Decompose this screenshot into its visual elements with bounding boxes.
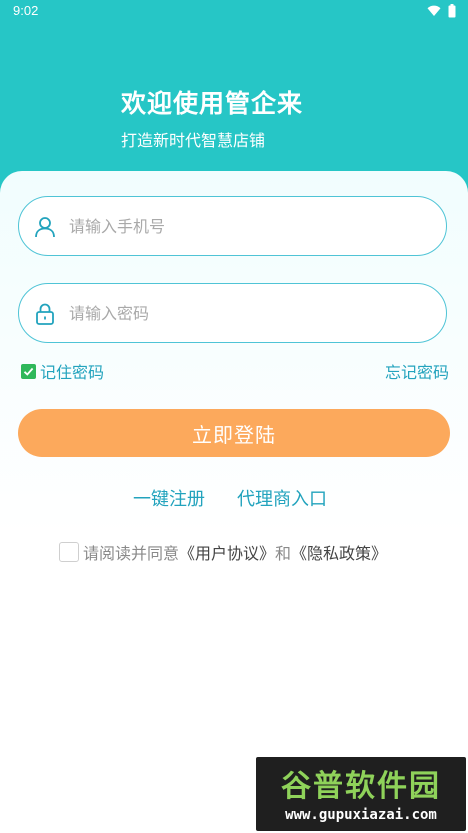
- lock-icon: [33, 302, 57, 326]
- remember-label: 记住密码: [40, 363, 105, 382]
- forgot-password-link[interactable]: 忘记密码: [385, 359, 449, 383]
- agreement-and: 和: [275, 544, 292, 563]
- phone-field[interactable]: [18, 196, 447, 256]
- watermark-url: www.gupuxiazai.com: [285, 807, 437, 823]
- agreement-checkbox[interactable]: [59, 542, 79, 562]
- welcome-title: 欢迎使用管企来: [121, 89, 304, 118]
- status-time: 9:02: [13, 3, 39, 18]
- watermark: 谷普软件园 www.gupuxiazai.com: [256, 757, 466, 831]
- status-bar: 9:02: [0, 0, 468, 24]
- phone-input[interactable]: [69, 213, 429, 239]
- privacy-policy-link[interactable]: 《隐私政策》: [291, 540, 387, 564]
- remember-checkbox[interactable]: [21, 363, 36, 379]
- agreement-prefix: 请阅读并同意: [83, 544, 180, 563]
- password-input[interactable]: [69, 300, 429, 326]
- wifi-icon: [427, 5, 441, 17]
- user-agreement-link[interactable]: 《用户协议》: [179, 540, 275, 564]
- password-field[interactable]: [18, 283, 447, 343]
- user-icon: [33, 215, 57, 239]
- watermark-title: 谷普软件园: [281, 769, 441, 804]
- welcome-subtitle: 打造新时代智慧店铺: [121, 131, 266, 150]
- login-button[interactable]: 立即登陆: [18, 409, 450, 457]
- battery-icon: [448, 4, 456, 18]
- agreement-row: 请阅读并同意 《用户协议》 和 《隐私政策》: [59, 540, 387, 564]
- remember-password-toggle[interactable]: 记住密码: [21, 359, 104, 383]
- login-card: [0, 171, 468, 833]
- agent-entry-link[interactable]: 代理商入口: [237, 485, 327, 511]
- register-link[interactable]: 一键注册: [133, 485, 205, 511]
- status-icons: [427, 4, 456, 18]
